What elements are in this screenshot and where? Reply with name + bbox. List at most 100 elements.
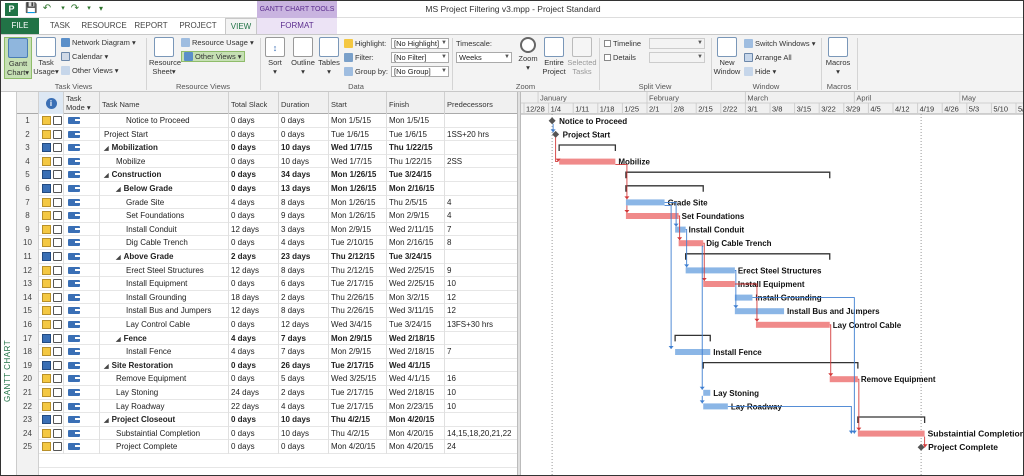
task-mode-cell[interactable] bbox=[64, 168, 100, 182]
collapse-triangle-icon[interactable]: ◢ bbox=[116, 184, 121, 196]
table-row[interactable]: 20 Remove Equipment 0 days 5 days Wed 3/25/1… bbox=[17, 372, 517, 386]
row-number[interactable]: 22 bbox=[17, 399, 39, 414]
row-number[interactable]: 17 bbox=[17, 331, 39, 346]
finish-cell[interactable]: Wed 4/1/15 bbox=[387, 358, 445, 373]
row-number[interactable]: 25 bbox=[17, 440, 39, 454]
task-name-cell[interactable]: Mobilize bbox=[100, 154, 229, 169]
predecessors-cell[interactable]: 2SS bbox=[445, 155, 517, 169]
total-slack-cell[interactable]: 0 days bbox=[229, 318, 279, 332]
start-cell[interactable]: Thu 4/2/15 bbox=[329, 413, 387, 427]
task-mode-column-header[interactable]: Task Mode ▾ bbox=[64, 92, 100, 114]
start-cell[interactable]: Mon 1/26/15 bbox=[329, 182, 387, 196]
table-row[interactable]: 7 Grade Site 4 days 8 days Mon 1/26/15 Thu 2/… bbox=[17, 195, 517, 210]
finish-cell[interactable]: Tue 3/24/15 bbox=[387, 250, 445, 264]
predecessors-cell[interactable] bbox=[445, 250, 517, 264]
finish-cell[interactable]: Wed 2/18/15 bbox=[387, 386, 445, 400]
task-name-column-header[interactable]: Task Name bbox=[100, 92, 229, 114]
task-mode-cell[interactable] bbox=[64, 222, 100, 237]
predecessors-cell[interactable]: 4 bbox=[445, 196, 517, 210]
arrange-all-button[interactable]: Arrange All bbox=[744, 53, 792, 62]
finish-cell[interactable]: Tue 3/24/15 bbox=[387, 318, 445, 332]
finish-cell[interactable]: Thu 1/22/15 bbox=[387, 141, 445, 155]
duration-cell[interactable]: 10 days bbox=[279, 141, 329, 155]
tab-report[interactable]: REPORT bbox=[131, 18, 171, 34]
outline-button[interactable]: Outline ▾ bbox=[289, 37, 317, 76]
predecessors-cell[interactable] bbox=[445, 413, 517, 427]
start-cell[interactable]: Thu 4/2/15 bbox=[329, 426, 387, 441]
duration-cell[interactable]: 12 days bbox=[279, 318, 329, 332]
predecessors-cell[interactable]: 12 bbox=[445, 291, 517, 305]
total-slack-cell[interactable]: 0 days bbox=[229, 209, 279, 223]
row-number[interactable]: 24 bbox=[17, 426, 39, 441]
duration-cell[interactable]: 7 days bbox=[279, 345, 329, 359]
duration-cell[interactable]: 4 days bbox=[279, 236, 329, 250]
predecessors-cell[interactable]: 1SS+20 hrs bbox=[445, 128, 517, 142]
new-window-button[interactable]: New Window bbox=[713, 37, 741, 76]
predecessors-cell[interactable]: 12 bbox=[445, 304, 517, 318]
gantt-chart-button[interactable]: Gantt Chart▾ bbox=[4, 37, 32, 79]
table-row[interactable]: 16 Lay Control Cable 0 days 12 days Wed 3/4/… bbox=[17, 318, 517, 332]
duration-cell[interactable]: 8 days bbox=[279, 195, 329, 210]
finish-cell[interactable]: Tue 3/24/15 bbox=[387, 168, 445, 182]
row-number[interactable]: 12 bbox=[17, 263, 39, 278]
task-name-cell[interactable]: Project Complete bbox=[100, 440, 229, 454]
table-row[interactable]: 15 Install Bus and Jumpers 12 days 8 days Th… bbox=[17, 304, 517, 318]
table-row[interactable]: 4 Mobilize 0 days 10 days Wed 1/7/15 Thu 1/22… bbox=[17, 154, 517, 169]
start-cell[interactable]: Tue 2/17/15 bbox=[329, 277, 387, 291]
table-row[interactable]: 18 Install Fence 4 days 7 days Mon 2/9/15 Wed… bbox=[17, 345, 517, 359]
task-mode-cell[interactable] bbox=[64, 250, 100, 264]
row-number[interactable]: 16 bbox=[17, 318, 39, 332]
predecessors-cell[interactable]: 7 bbox=[445, 345, 517, 359]
timescale-dropdown[interactable]: Weeks ▼ bbox=[456, 52, 512, 63]
duration-cell[interactable]: 0 days bbox=[279, 127, 329, 142]
gantt-chart[interactable]: January February March April May 12/28 1/4 1/11… bbox=[521, 92, 1023, 475]
task-name-cell[interactable]: ◢ Site Restoration bbox=[100, 358, 229, 373]
finish-cell[interactable]: Wed 4/1/15 bbox=[387, 372, 445, 386]
table-row[interactable]: 6 ◢ Below Grade 0 days 13 days Mon 1/26/15 Mon… bbox=[17, 182, 517, 196]
task-mode-cell[interactable] bbox=[64, 318, 100, 332]
row-number[interactable]: 11 bbox=[17, 250, 39, 264]
row-number[interactable]: 10 bbox=[17, 236, 39, 250]
total-slack-cell[interactable]: 24 days bbox=[229, 386, 279, 400]
total-slack-cell[interactable]: 22 days bbox=[229, 399, 279, 414]
table-row[interactable]: 17 ◢ Fence 4 days 7 days Mon 2/9/15 Wed 2/18/1… bbox=[17, 331, 517, 346]
total-slack-cell[interactable]: 0 days bbox=[229, 358, 279, 373]
start-cell[interactable]: Thu 2/26/15 bbox=[329, 290, 387, 305]
task-name-cell[interactable]: Install Conduit bbox=[100, 222, 229, 237]
task-name-cell[interactable]: ◢ Construction bbox=[100, 168, 229, 182]
row-number[interactable]: 21 bbox=[17, 386, 39, 400]
row-number[interactable]: 5 bbox=[17, 168, 39, 182]
task-mode-cell[interactable] bbox=[64, 399, 100, 414]
resource-other-views-button[interactable]: Other Views ▾ bbox=[181, 51, 245, 62]
task-name-cell[interactable]: Notice to Proceed bbox=[100, 114, 229, 128]
total-slack-cell[interactable]: 0 days bbox=[229, 182, 279, 196]
predecessors-column-header[interactable]: Predecessors bbox=[445, 92, 517, 114]
task-mode-cell[interactable] bbox=[64, 182, 100, 196]
duration-cell[interactable]: 7 days bbox=[279, 331, 329, 346]
duration-cell[interactable]: 2 days bbox=[279, 386, 329, 400]
task-mode-cell[interactable] bbox=[64, 209, 100, 223]
row-number[interactable]: 4 bbox=[17, 154, 39, 169]
total-slack-cell[interactable]: 0 days bbox=[229, 413, 279, 427]
table-row[interactable]: 1 Notice to Proceed 0 days 0 days Mon 1/5/15… bbox=[17, 114, 517, 128]
start-cell[interactable]: Thu 2/26/15 bbox=[329, 304, 387, 318]
predecessors-cell[interactable]: 24 bbox=[445, 440, 517, 454]
total-slack-cell[interactable]: 4 days bbox=[229, 345, 279, 359]
task-mode-cell[interactable] bbox=[64, 277, 100, 291]
task-mode-cell[interactable] bbox=[64, 290, 100, 305]
task-name-cell[interactable]: Grade Site bbox=[100, 195, 229, 210]
task-usage-button[interactable]: Task Usage▾ bbox=[33, 37, 59, 76]
collapse-triangle-icon[interactable]: ◢ bbox=[104, 170, 109, 182]
task-mode-cell[interactable] bbox=[64, 386, 100, 400]
row-number[interactable]: 14 bbox=[17, 290, 39, 305]
duration-cell[interactable]: 6 days bbox=[279, 277, 329, 291]
predecessors-cell[interactable]: 10 bbox=[445, 277, 517, 291]
duration-cell[interactable]: 10 days bbox=[279, 154, 329, 169]
table-row[interactable]: 21 Lay Stoning 24 days 2 days Tue 2/17/15 Wed… bbox=[17, 386, 517, 400]
collapse-triangle-icon[interactable]: ◢ bbox=[104, 361, 109, 373]
start-cell[interactable]: Thu 2/12/15 bbox=[329, 250, 387, 264]
predecessors-cell[interactable]: 10 bbox=[445, 400, 517, 414]
filter-dropdown[interactable]: [No Filter] ▼ bbox=[391, 52, 449, 63]
duration-cell[interactable]: 5 days bbox=[279, 372, 329, 386]
total-slack-cell[interactable]: 0 days bbox=[229, 277, 279, 291]
